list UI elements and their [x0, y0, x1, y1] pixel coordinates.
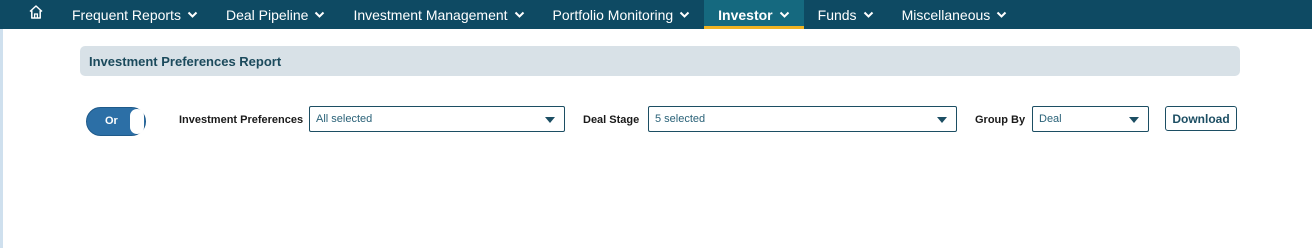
- nav-miscellaneous[interactable]: Miscellaneous: [888, 0, 1022, 29]
- chevron-down-icon: [314, 11, 325, 19]
- caret-down-icon: [1129, 117, 1139, 123]
- main-content: Investment Preferences Report Or Investm…: [74, 29, 1312, 248]
- investment-preferences-label: Investment Preferences: [179, 114, 304, 126]
- caret-down-icon: [937, 117, 947, 123]
- deal-stage-label: Deal Stage: [583, 114, 640, 126]
- download-button[interactable]: Download: [1165, 106, 1237, 131]
- nav-item-label: Frequent Reports: [72, 6, 181, 23]
- toggle-knob: [130, 109, 144, 134]
- nav-item-label: Portfolio Monitoring: [552, 6, 674, 23]
- nav-investment-management[interactable]: Investment Management: [339, 0, 538, 29]
- top-navbar: Frequent Reports Deal Pipeline Investmen…: [0, 0, 1312, 29]
- chevron-down-icon: [514, 11, 525, 19]
- nav-funds[interactable]: Funds: [804, 0, 888, 29]
- select-value: Deal: [1039, 113, 1062, 125]
- chevron-down-icon: [679, 11, 690, 19]
- group-by-select[interactable]: Deal: [1032, 106, 1149, 132]
- chevron-down-icon: [863, 11, 874, 19]
- caret-down-icon: [545, 117, 555, 123]
- nav-item-label: Investor: [718, 6, 773, 23]
- filter-bar: Or Investment Preferences All selected D…: [74, 105, 1312, 137]
- nav-item-label: Miscellaneous: [901, 6, 991, 23]
- nav-item-label: Investment Management: [353, 6, 508, 23]
- nav-portfolio-monitoring[interactable]: Portfolio Monitoring: [539, 0, 705, 29]
- chevron-down-icon: [779, 11, 790, 19]
- nav-item-label: Deal Pipeline: [225, 6, 309, 23]
- select-value: All selected: [316, 113, 373, 125]
- report-header: Investment Preferences Report: [80, 46, 1240, 76]
- deal-stage-select[interactable]: 5 selected: [648, 106, 957, 132]
- group-by-label: Group By: [975, 114, 1026, 126]
- page-title: Investment Preferences Report: [89, 53, 282, 69]
- nav-deal-pipeline[interactable]: Deal Pipeline: [212, 0, 340, 29]
- chevron-down-icon: [187, 11, 198, 19]
- nav-item-label: Funds: [817, 6, 857, 23]
- nav-frequent-reports[interactable]: Frequent Reports: [58, 0, 212, 29]
- investment-preferences-select[interactable]: All selected: [309, 106, 565, 132]
- toggle-label: Or: [105, 115, 118, 127]
- home-button[interactable]: [0, 0, 58, 29]
- home-icon: [28, 4, 44, 25]
- left-edge-divider: [0, 29, 3, 248]
- nav-investor[interactable]: Investor: [704, 0, 805, 29]
- select-value: 5 selected: [655, 113, 706, 125]
- page: Frequent Reports Deal Pipeline Investmen…: [0, 0, 1312, 248]
- chevron-down-icon: [996, 11, 1007, 19]
- and-or-toggle[interactable]: Or: [86, 107, 146, 136]
